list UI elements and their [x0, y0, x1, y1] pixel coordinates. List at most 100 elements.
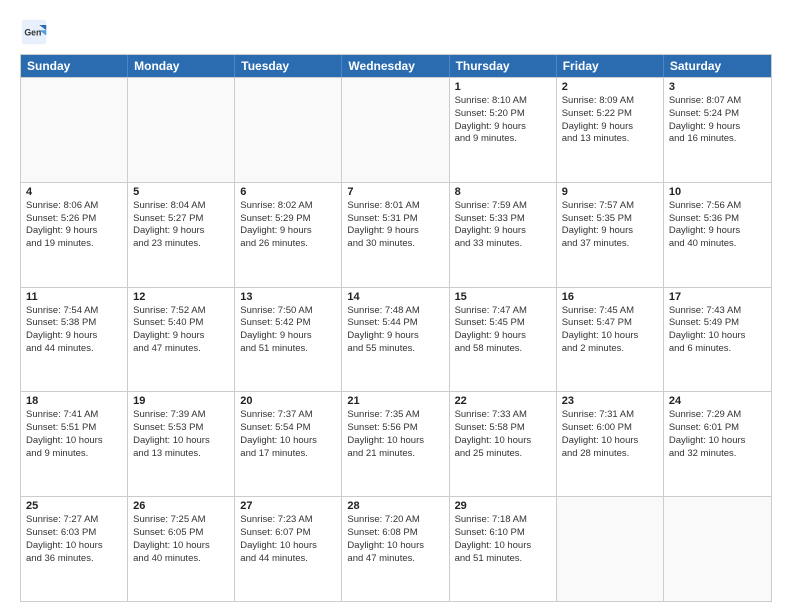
- day-info: Sunrise: 7:48 AM Sunset: 5:44 PM Dayligh…: [347, 305, 443, 356]
- day-number: 27: [240, 500, 336, 512]
- day-info: Sunrise: 7:47 AM Sunset: 5:45 PM Dayligh…: [455, 305, 551, 356]
- calendar-cell: 7 Sunrise: 8:01 AM Sunset: 5:31 PM Daylig…: [342, 183, 449, 287]
- day-info: Sunrise: 8:07 AM Sunset: 5:24 PM Dayligh…: [669, 95, 766, 146]
- calendar-cell: 13Sunrise: 7:50 AM Sunset: 5:42 PM Dayli…: [235, 288, 342, 392]
- calendar-cell: [664, 497, 771, 601]
- day-info: Sunrise: 7:35 AM Sunset: 5:56 PM Dayligh…: [347, 409, 443, 460]
- calendar-cell: 17 Sunrise: 7:43 AM Sunset: 5:49 PM Dayli…: [664, 288, 771, 392]
- logo: Gen: [20, 18, 52, 46]
- header-day-sunday: Sunday: [21, 55, 128, 77]
- day-info: Sunrise: 7:29 AM Sunset: 6:01 PM Dayligh…: [669, 409, 766, 460]
- calendar-cell: 24Sunrise: 7:29 AM Sunset: 6:01 PM Dayli…: [664, 392, 771, 496]
- day-info: Sunrise: 8:10 AM Sunset: 5:20 PM Dayligh…: [455, 95, 551, 146]
- day-info: Sunrise: 7:59 AM Sunset: 5:33 PM Dayligh…: [455, 200, 551, 251]
- calendar-cell: [128, 78, 235, 182]
- day-number: 14: [347, 291, 443, 303]
- day-number: 10: [669, 186, 766, 198]
- calendar-cell: 23 Sunrise: 7:31 AM Sunset: 6:00 PM Dayli…: [557, 392, 664, 496]
- day-number: 23: [562, 395, 658, 407]
- calendar-week-2: 4 Sunrise: 8:06 AM Sunset: 5:26 PM Daylig…: [21, 182, 771, 287]
- day-number: 17: [669, 291, 766, 303]
- calendar-cell: 22Sunrise: 7:33 AM Sunset: 5:58 PM Dayli…: [450, 392, 557, 496]
- calendar-cell: 25 Sunrise: 7:27 AM Sunset: 6:03 PM Dayli…: [21, 497, 128, 601]
- calendar-cell: 15 Sunrise: 7:47 AM Sunset: 5:45 PM Dayli…: [450, 288, 557, 392]
- calendar-cell: 11 Sunrise: 7:54 AM Sunset: 5:38 PM Dayli…: [21, 288, 128, 392]
- day-info: Sunrise: 8:04 AM Sunset: 5:27 PM Dayligh…: [133, 200, 229, 251]
- header: Gen: [20, 18, 772, 46]
- calendar-cell: 8Sunrise: 7:59 AM Sunset: 5:33 PM Daylig…: [450, 183, 557, 287]
- day-info: Sunrise: 7:41 AM Sunset: 5:51 PM Dayligh…: [26, 409, 122, 460]
- day-number: 5: [133, 186, 229, 198]
- calendar-cell: 9Sunrise: 7:57 AM Sunset: 5:35 PM Daylig…: [557, 183, 664, 287]
- day-number: 28: [347, 500, 443, 512]
- header-day-monday: Monday: [128, 55, 235, 77]
- calendar-cell: 2Sunrise: 8:09 AM Sunset: 5:22 PM Daylig…: [557, 78, 664, 182]
- day-number: 3: [669, 81, 766, 93]
- day-info: Sunrise: 7:56 AM Sunset: 5:36 PM Dayligh…: [669, 200, 766, 251]
- calendar-cell: 29 Sunrise: 7:18 AM Sunset: 6:10 PM Dayli…: [450, 497, 557, 601]
- day-number: 11: [26, 291, 122, 303]
- calendar-cell: 10 Sunrise: 7:56 AM Sunset: 5:36 PM Dayli…: [664, 183, 771, 287]
- calendar-cell: 6 Sunrise: 8:02 AM Sunset: 5:29 PM Daylig…: [235, 183, 342, 287]
- day-number: 18: [26, 395, 122, 407]
- day-number: 20: [240, 395, 336, 407]
- day-info: Sunrise: 7:33 AM Sunset: 5:58 PM Dayligh…: [455, 409, 551, 460]
- header-day-saturday: Saturday: [664, 55, 771, 77]
- day-info: Sunrise: 8:09 AM Sunset: 5:22 PM Dayligh…: [562, 95, 658, 146]
- calendar-cell: 14 Sunrise: 7:48 AM Sunset: 5:44 PM Dayli…: [342, 288, 449, 392]
- calendar: SundayMondayTuesdayWednesdayThursdayFrid…: [20, 54, 772, 602]
- calendar-header: SundayMondayTuesdayWednesdayThursdayFrid…: [21, 55, 771, 77]
- day-number: 15: [455, 291, 551, 303]
- calendar-cell: [342, 78, 449, 182]
- day-info: Sunrise: 7:50 AM Sunset: 5:42 PM Dayligh…: [240, 305, 336, 356]
- calendar-week-5: 25 Sunrise: 7:27 AM Sunset: 6:03 PM Dayli…: [21, 496, 771, 601]
- day-number: 6: [240, 186, 336, 198]
- logo-icon: Gen: [20, 18, 48, 46]
- day-info: Sunrise: 7:45 AM Sunset: 5:47 PM Dayligh…: [562, 305, 658, 356]
- header-day-friday: Friday: [557, 55, 664, 77]
- calendar-cell: [557, 497, 664, 601]
- day-info: Sunrise: 8:02 AM Sunset: 5:29 PM Dayligh…: [240, 200, 336, 251]
- calendar-cell: 26Sunrise: 7:25 AM Sunset: 6:05 PM Dayli…: [128, 497, 235, 601]
- day-info: Sunrise: 8:06 AM Sunset: 5:26 PM Dayligh…: [26, 200, 122, 251]
- calendar-week-4: 18 Sunrise: 7:41 AM Sunset: 5:51 PM Dayli…: [21, 391, 771, 496]
- day-number: 1: [455, 81, 551, 93]
- day-info: Sunrise: 7:43 AM Sunset: 5:49 PM Dayligh…: [669, 305, 766, 356]
- calendar-cell: 18 Sunrise: 7:41 AM Sunset: 5:51 PM Dayli…: [21, 392, 128, 496]
- day-number: 12: [133, 291, 229, 303]
- calendar-cell: 5 Sunrise: 8:04 AM Sunset: 5:27 PM Daylig…: [128, 183, 235, 287]
- day-info: Sunrise: 7:54 AM Sunset: 5:38 PM Dayligh…: [26, 305, 122, 356]
- calendar-week-1: 1 Sunrise: 8:10 AM Sunset: 5:20 PM Daylig…: [21, 77, 771, 182]
- calendar-cell: 3 Sunrise: 8:07 AM Sunset: 5:24 PM Daylig…: [664, 78, 771, 182]
- day-number: 25: [26, 500, 122, 512]
- day-info: Sunrise: 7:20 AM Sunset: 6:08 PM Dayligh…: [347, 514, 443, 565]
- day-info: Sunrise: 7:52 AM Sunset: 5:40 PM Dayligh…: [133, 305, 229, 356]
- calendar-cell: 4 Sunrise: 8:06 AM Sunset: 5:26 PM Daylig…: [21, 183, 128, 287]
- calendar-body: 1 Sunrise: 8:10 AM Sunset: 5:20 PM Daylig…: [21, 77, 771, 601]
- day-info: Sunrise: 7:57 AM Sunset: 5:35 PM Dayligh…: [562, 200, 658, 251]
- day-info: Sunrise: 7:27 AM Sunset: 6:03 PM Dayligh…: [26, 514, 122, 565]
- day-number: 21: [347, 395, 443, 407]
- calendar-cell: 19Sunrise: 7:39 AM Sunset: 5:53 PM Dayli…: [128, 392, 235, 496]
- calendar-week-3: 11 Sunrise: 7:54 AM Sunset: 5:38 PM Dayli…: [21, 287, 771, 392]
- day-info: Sunrise: 7:31 AM Sunset: 6:00 PM Dayligh…: [562, 409, 658, 460]
- day-info: Sunrise: 7:18 AM Sunset: 6:10 PM Dayligh…: [455, 514, 551, 565]
- calendar-cell: 12 Sunrise: 7:52 AM Sunset: 5:40 PM Dayli…: [128, 288, 235, 392]
- header-day-thursday: Thursday: [450, 55, 557, 77]
- day-info: Sunrise: 7:23 AM Sunset: 6:07 PM Dayligh…: [240, 514, 336, 565]
- day-info: Sunrise: 7:37 AM Sunset: 5:54 PM Dayligh…: [240, 409, 336, 460]
- day-number: 7: [347, 186, 443, 198]
- calendar-cell: 1 Sunrise: 8:10 AM Sunset: 5:20 PM Daylig…: [450, 78, 557, 182]
- page: Gen SundayMondayTuesdayWednesdayThursday…: [0, 0, 792, 612]
- calendar-cell: 21 Sunrise: 7:35 AM Sunset: 5:56 PM Dayli…: [342, 392, 449, 496]
- header-day-wednesday: Wednesday: [342, 55, 449, 77]
- calendar-cell: [235, 78, 342, 182]
- calendar-cell: 28 Sunrise: 7:20 AM Sunset: 6:08 PM Dayli…: [342, 497, 449, 601]
- day-info: Sunrise: 8:01 AM Sunset: 5:31 PM Dayligh…: [347, 200, 443, 251]
- day-number: 26: [133, 500, 229, 512]
- day-number: 4: [26, 186, 122, 198]
- day-number: 29: [455, 500, 551, 512]
- day-info: Sunrise: 7:39 AM Sunset: 5:53 PM Dayligh…: [133, 409, 229, 460]
- day-number: 16: [562, 291, 658, 303]
- calendar-cell: 16 Sunrise: 7:45 AM Sunset: 5:47 PM Dayli…: [557, 288, 664, 392]
